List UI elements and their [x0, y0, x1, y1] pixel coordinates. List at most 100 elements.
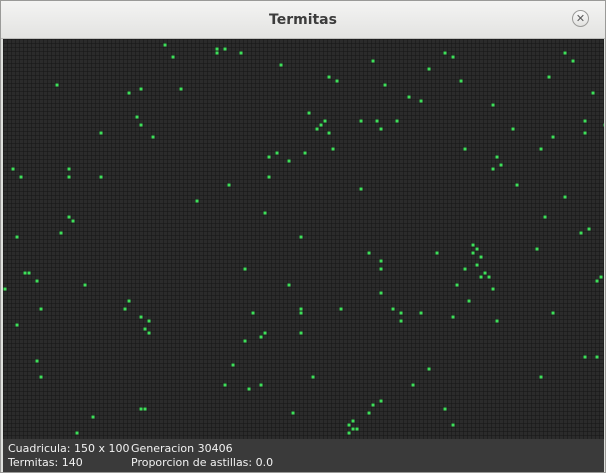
- termite-cell: [459, 79, 463, 83]
- termite-cell: [463, 147, 467, 151]
- termite-cell: [315, 127, 319, 131]
- termite-cell: [35, 359, 39, 363]
- termite-cell: [339, 307, 343, 311]
- grid-canvas[interactable]: [3, 39, 604, 439]
- termite-cell: [443, 51, 447, 55]
- termite-cell: [279, 63, 283, 67]
- termite-cell: [267, 175, 271, 179]
- termite-cell: [583, 355, 587, 359]
- termite-cell: [551, 135, 555, 139]
- simulation-grid[interactable]: [3, 39, 604, 439]
- termite-cell: [263, 211, 267, 215]
- termite-cell: [591, 91, 595, 95]
- termite-cell: [367, 251, 371, 255]
- termite-cell: [259, 383, 263, 387]
- termite-cell: [371, 403, 375, 407]
- termite-cell: [375, 119, 379, 123]
- termite-cell: [331, 147, 335, 151]
- termite-cell: [419, 99, 423, 103]
- termite-cell: [327, 75, 331, 79]
- termite-cell: [599, 275, 603, 279]
- termite-cell: [543, 215, 547, 219]
- termite-cell: [535, 247, 539, 251]
- termite-cell: [391, 307, 395, 311]
- termites-label: Termitas: 140: [8, 456, 83, 469]
- termite-cell: [99, 131, 103, 135]
- termite-cell: [347, 423, 351, 427]
- termite-cell: [355, 427, 359, 431]
- termite-cell: [319, 123, 323, 127]
- termite-cell: [139, 123, 143, 127]
- grid-size-label: Cuadricula: 150 x 100: [8, 442, 130, 455]
- termite-cell: [583, 131, 587, 135]
- termite-cell: [307, 111, 311, 115]
- termite-cell: [371, 59, 375, 63]
- termite-cell: [123, 307, 127, 311]
- termite-cell: [75, 431, 79, 435]
- termite-cell: [327, 131, 331, 135]
- termite-cell: [491, 287, 495, 291]
- termite-cell: [451, 315, 455, 319]
- termite-cell: [435, 251, 439, 255]
- close-button[interactable]: ✕: [572, 10, 589, 27]
- generation-label: Generacion 30406: [131, 442, 233, 455]
- termite-cell: [299, 307, 303, 311]
- termite-cell: [463, 267, 467, 271]
- app-window: Termitas ✕ Cuadricula: 150 x 100 Generac…: [0, 0, 606, 473]
- termite-cell: [487, 275, 491, 279]
- termite-cell: [379, 291, 383, 295]
- termite-cell: [335, 79, 339, 83]
- termite-cell: [299, 311, 303, 315]
- termite-cell: [287, 283, 291, 287]
- termite-cell: [603, 123, 604, 127]
- termite-cell: [39, 375, 43, 379]
- termite-cell: [583, 119, 587, 123]
- termite-cell: [223, 383, 227, 387]
- termite-cell: [291, 411, 295, 415]
- termite-cell: [351, 427, 355, 431]
- termite-cell: [239, 51, 243, 55]
- termite-cell: [495, 155, 499, 159]
- termite-cell: [455, 283, 459, 287]
- termite-cell: [399, 311, 403, 315]
- termite-cell: [227, 183, 231, 187]
- termite-cell: [215, 51, 219, 55]
- termite-cell: [195, 199, 199, 203]
- termite-cell: [15, 323, 19, 327]
- termite-cell: [127, 91, 131, 95]
- termite-cell: [579, 231, 583, 235]
- termite-cell: [243, 339, 247, 343]
- termite-cell: [163, 43, 167, 47]
- termite-cell: [267, 155, 271, 159]
- termite-cell: [247, 387, 251, 391]
- termite-cell: [59, 231, 63, 235]
- termite-cell: [475, 247, 479, 251]
- termite-cell: [139, 315, 143, 319]
- termite-cell: [15, 235, 19, 239]
- termite-cell: [303, 151, 307, 155]
- termite-cell: [475, 263, 479, 267]
- termite-cell: [71, 219, 75, 223]
- termite-cell: [351, 419, 355, 423]
- termite-cell: [275, 151, 279, 155]
- termite-cell: [515, 183, 519, 187]
- termite-cell: [395, 119, 399, 123]
- termite-cell: [67, 167, 71, 171]
- termite-cell: [539, 375, 543, 379]
- termite-cell: [135, 115, 139, 119]
- termite-cell: [383, 83, 387, 87]
- status-bar: Cuadricula: 150 x 100 Generacion 30406 T…: [3, 439, 604, 472]
- termite-cell: [139, 87, 143, 91]
- termite-cell: [143, 327, 147, 331]
- chips-ratio-label: Proporcion de astillas: 0.0: [131, 456, 274, 469]
- termite-cell: [323, 119, 327, 123]
- termite-cell: [479, 255, 483, 259]
- termite-cell: [547, 75, 551, 79]
- title-bar[interactable]: Termitas ✕: [1, 1, 605, 39]
- termite-cell: [411, 383, 415, 387]
- termite-cell: [471, 243, 475, 247]
- termite-cell: [483, 271, 487, 275]
- termite-cell: [67, 175, 71, 179]
- close-icon: ✕: [575, 12, 586, 25]
- termite-cell: [11, 167, 15, 171]
